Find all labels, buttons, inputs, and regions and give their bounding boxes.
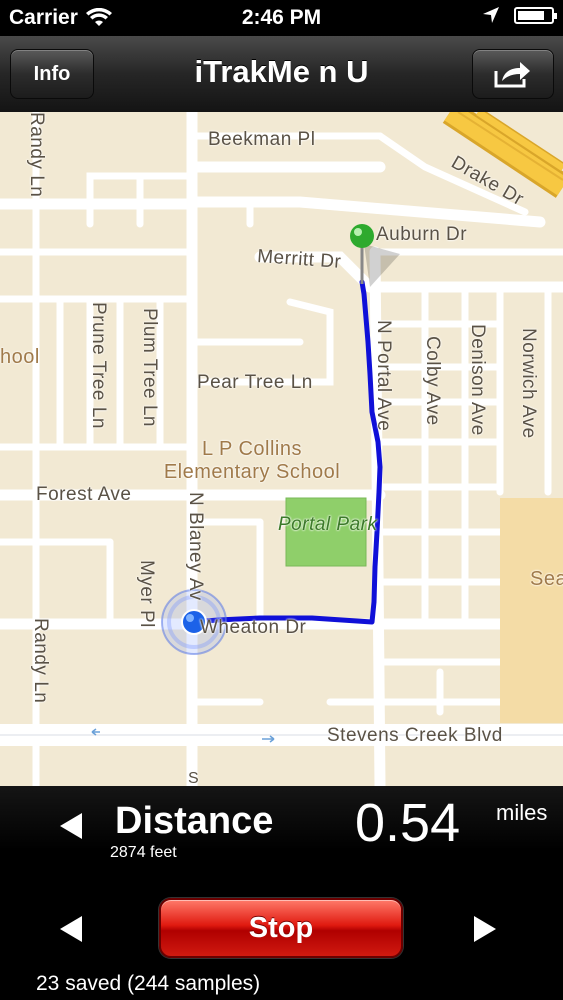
- street-randy-ln-top: Randy Ln: [26, 112, 47, 198]
- poi-lp-collins-school: L P Collins Elementary School: [154, 438, 350, 484]
- street-norwich-ave: Norwich Ave: [518, 328, 539, 439]
- next-button-icon[interactable]: [474, 916, 496, 942]
- poi-school-name-2: Elementary School: [163, 461, 341, 483]
- street-forest-ave: Forest Ave: [36, 484, 132, 505]
- location-arrow-icon: [483, 7, 499, 23]
- street-colby-ave: Colby Ave: [422, 336, 443, 426]
- arrow-left-icon[interactable]: [60, 813, 82, 839]
- stat-unit: miles: [496, 800, 548, 825]
- street-denison-ave: Denison Ave: [467, 324, 488, 436]
- street-blaney-fragment: S: [188, 770, 200, 786]
- stop-button[interactable]: Stop: [159, 898, 403, 958]
- share-button[interactable]: [472, 49, 554, 99]
- prev-button-icon[interactable]: [60, 916, 82, 942]
- street-randy-ln-bottom: Randy Ln: [30, 618, 51, 704]
- street-pear-tree-ln: Pear Tree Ln: [197, 372, 313, 393]
- street-plum-tree-ln: Plum Tree Ln: [139, 308, 160, 427]
- status-time: 2:46 PM: [241, 6, 322, 29]
- status-right: [482, 6, 557, 24]
- saved-status: 23 saved (244 samples): [36, 972, 261, 995]
- street-wheaton-dr: Wheaton Dr: [200, 617, 307, 638]
- nav-bar: Info iTrakMe n U: [0, 36, 563, 113]
- street-myer-pl: Myer Pl: [136, 560, 157, 628]
- street-stevens-creek-blvd: Stevens Creek Blvd: [327, 725, 503, 746]
- stat-label: Distance: [115, 800, 274, 842]
- street-n-portal-ave: N Portal Ave: [373, 320, 394, 432]
- poi-school-left: hool: [0, 346, 40, 368]
- stat-sub-value: 2874 feet: [110, 844, 177, 861]
- status-bar: Carrier 2:46 PM: [0, 0, 563, 36]
- street-beekman-pl: Beekman Pl: [208, 129, 316, 150]
- stat-value: 0.54: [355, 793, 461, 853]
- poi-portal-park: Portal Park: [278, 514, 378, 535]
- stats-panel: Distance 2874 feet 0.54 miles Stop 23 sa…: [0, 786, 563, 1000]
- battery-icon: [514, 6, 557, 24]
- share-icon: [494, 62, 530, 88]
- poi-school-name: L P Collins: [202, 438, 302, 460]
- poi-right-edge: Sea: [530, 568, 563, 590]
- map-view[interactable]: Beekman Pl Drake Dr Auburn Dr Merritt Dr…: [0, 112, 563, 786]
- street-auburn-dr: Auburn Dr: [376, 224, 468, 245]
- stop-button-label: Stop: [248, 911, 314, 944]
- street-n-blaney-av: N Blaney Av: [185, 492, 206, 601]
- street-prune-tree-ln: Prune Tree Ln: [88, 302, 109, 429]
- battery-fill: [518, 10, 544, 20]
